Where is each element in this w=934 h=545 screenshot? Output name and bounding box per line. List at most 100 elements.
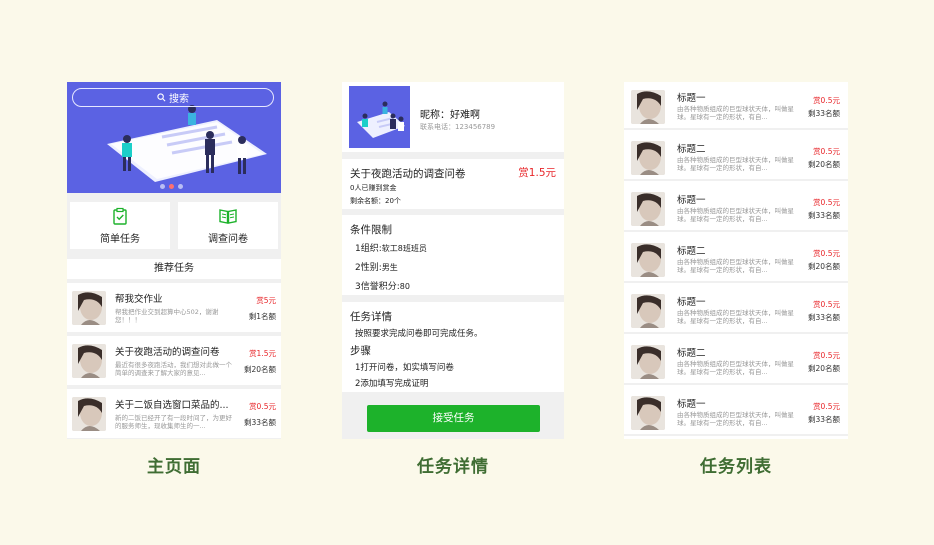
condition-value: 80 — [399, 282, 410, 291]
accept-task-button[interactable]: 接受任务 — [367, 405, 540, 432]
search-label: 搜索 — [169, 94, 189, 105]
carousel-dot-active[interactable] — [169, 184, 174, 189]
list-thumbnail — [631, 345, 665, 379]
list-screen: 标题一 由各种物质组成的巨型球状天体，叫做星球。星球有一定的形状，有自... 赏… — [624, 82, 848, 439]
list-item[interactable]: 标题一 由各种物质组成的巨型球状天体，叫做星球。星球有一定的形状，有自... 赏… — [624, 286, 848, 334]
clipboard-check-icon — [113, 207, 127, 225]
task-title: 关于二饭自选窗口菜品的... — [115, 400, 229, 411]
task-thumbnail — [72, 290, 106, 325]
remaining-slots: 剩余名额：20个 — [350, 197, 401, 205]
list-item-description: 由各种物质组成的巨型球状天体，叫做星球。星球有一定的形状，有自... — [677, 207, 794, 223]
details-title: 任务详情 — [350, 311, 392, 323]
list-item-remaining: 剩20名额 — [807, 262, 840, 271]
task-summary-card: 关于夜跑活动的调查问卷 赏1.5元 0人已赚到赏金 剩余名额：20个 — [342, 159, 564, 209]
list-item-description: 由各种物质组成的巨型球状天体，叫做星球。星球有一定的形状，有自... — [677, 105, 794, 121]
list-item-reward: 赏0.5元 — [813, 249, 840, 258]
task-title: 帮我交作业 — [115, 294, 163, 305]
task-item[interactable]: 关于二饭自选窗口菜品的... 新的二饭已经开了有一段时间了，为更好的服务师生，现… — [67, 389, 281, 438]
list-item-reward: 赏0.5元 — [813, 147, 840, 156]
list-item-description: 由各种物质组成的巨型球状天体，叫做星球。星球有一定的形状，有自... — [677, 309, 794, 325]
list-thumbnail — [631, 294, 665, 328]
condition-item: 3信誉积分:80 — [355, 279, 410, 292]
list-thumbnail — [631, 396, 665, 430]
category-survey[interactable]: 调查问卷 — [178, 202, 278, 249]
list-item[interactable]: 标题一 由各种物质组成的巨型球状天体，叫做星球。星球有一定的形状，有自... 赏… — [624, 184, 848, 232]
list-item-description: 由各种物质组成的巨型球状天体，叫做星球。星球有一定的形状，有自... — [677, 411, 794, 427]
list-item-reward: 赏0.5元 — [813, 402, 840, 411]
task-details-card: 任务详情 按照要求完成问卷即可完成任务。 步骤 1打开问卷，如实填写问卷 2添加… — [342, 302, 564, 392]
step-item: 1打开问卷，如实填写问卷 — [355, 363, 454, 373]
list-item-remaining: 剩33名额 — [807, 211, 840, 220]
category-row: 简单任务 调查问卷 — [70, 202, 278, 249]
list-thumbnail — [631, 192, 665, 226]
task-description: 最近有很多夜跑活动，我们想对此做一个简单的调查来了解大家的意见... — [115, 361, 232, 377]
conditions-title: 条件限制 — [350, 224, 392, 236]
task-thumbnail — [72, 343, 106, 378]
condition-value: 软工8班班员 — [381, 244, 427, 253]
task-thumbnail — [72, 396, 106, 431]
steps-title: 步骤 — [350, 345, 371, 357]
caption-detail: 任务详情 — [417, 457, 489, 477]
list-item[interactable]: 标题二 由各种物质组成的巨型球状天体，叫做星球。星球有一定的形状，有自... 赏… — [624, 133, 848, 181]
list-item-title: 标题二 — [677, 246, 706, 257]
carousel-dots — [160, 184, 183, 189]
list-thumbnail — [631, 141, 665, 175]
task-remaining: 剩20名额 — [243, 365, 276, 374]
carousel-dot[interactable] — [178, 184, 183, 189]
list-item-remaining: 剩20名额 — [807, 364, 840, 373]
condition-value: 男生 — [381, 263, 398, 272]
search-icon — [157, 93, 166, 102]
list-item-title: 标题二 — [677, 348, 706, 359]
list-item-remaining: 剩33名额 — [807, 313, 840, 322]
publisher-phone: 联系电话：123456789 — [420, 123, 496, 131]
list-item-title: 标题一 — [677, 399, 706, 410]
list-item[interactable]: 标题一 由各种物质组成的巨型球状天体，叫做星球。星球有一定的形状，有自... 赏… — [624, 82, 848, 130]
condition-label: 3信誉积分: — [355, 282, 400, 292]
list-item-reward: 赏0.5元 — [813, 96, 840, 105]
recommend-title: 推荐任务 — [67, 259, 281, 279]
list-item-remaining: 剩33名额 — [807, 415, 840, 424]
category-simple-task[interactable]: 简单任务 — [70, 202, 170, 249]
caption-list: 任务列表 — [700, 457, 772, 477]
carousel-dot[interactable] — [160, 184, 165, 189]
conditions-card: 条件限制 1组织:软工8班班员 2性别:男生 3信誉积分:80 — [342, 215, 564, 295]
list-thumbnail — [631, 90, 665, 124]
open-book-icon — [219, 208, 237, 224]
publisher-avatar — [349, 86, 410, 148]
list-item-remaining: 剩20名额 — [807, 160, 840, 169]
list-item-title: 标题一 — [677, 93, 706, 104]
recommend-task-list: 帮我交作业 帮我把作业交到超算中心502，谢谢您！！！ 赏5元 剩1名额 关于夜… — [67, 283, 281, 439]
list-item[interactable]: 标题二 由各种物质组成的巨型球状天体，叫做星球。星球有一定的形状，有自... 赏… — [624, 235, 848, 283]
task-item[interactable]: 帮我交作业 帮我把作业交到超算中心502，谢谢您！！！ 赏5元 剩1名额 — [67, 283, 281, 332]
details-text: 按照要求完成问卷即可完成任务。 — [355, 329, 483, 339]
category-label: 调查问卷 — [208, 233, 248, 245]
list-item[interactable]: 标题一 由各种物质组成的巨型球状天体，叫做星球。星球有一定的形状，有自... 赏… — [624, 388, 848, 436]
condition-label: 1组织: — [355, 244, 382, 254]
task-description: 新的二饭已经开了有一段时间了，为更好的服务师生，现收集师生的一... — [115, 414, 232, 430]
task-item[interactable]: 关于夜跑活动的调查问卷 最近有很多夜跑活动，我们想对此做一个简单的调查来了解大家… — [67, 336, 281, 385]
condition-label: 2性别: — [355, 263, 382, 273]
list-item-description: 由各种物质组成的巨型球状天体，叫做星球。星球有一定的形状，有自... — [677, 258, 794, 274]
detail-reward: 赏1.5元 — [518, 167, 556, 179]
task-title: 关于夜跑活动的调查问卷 — [115, 347, 220, 358]
list-item[interactable]: 标题二 由各种物质组成的巨型球状天体，叫做星球。星球有一定的形状，有自... 赏… — [624, 337, 848, 385]
condition-item: 1组织:软工8班班员 — [355, 241, 427, 254]
list-item-remaining: 剩33名额 — [807, 109, 840, 118]
publisher-nickname: 昵称：好难啊 — [420, 110, 480, 121]
caption-home: 主页面 — [147, 457, 201, 477]
list-thumbnail — [631, 243, 665, 277]
category-label: 简单任务 — [100, 233, 140, 245]
list-item-title: 标题一 — [677, 297, 706, 308]
list-item-title: 标题二 — [677, 144, 706, 155]
search-bar[interactable]: 搜索 — [72, 88, 274, 107]
list-item-reward: 赏0.5元 — [813, 300, 840, 309]
banner-carousel[interactable]: 搜索 — [67, 82, 281, 193]
task-remaining: 剩33名额 — [243, 418, 276, 427]
list-item-description: 由各种物质组成的巨型球状天体，叫做星球。星球有一定的形状，有自... — [677, 156, 794, 172]
detail-task-title: 关于夜跑活动的调查问卷 — [350, 168, 466, 180]
list-item-description: 由各种物质组成的巨型球状天体，叫做星球。星球有一定的形状，有自... — [677, 360, 794, 376]
list-item-title: 标题一 — [677, 195, 706, 206]
task-description: 帮我把作业交到超算中心502，谢谢您！！！ — [115, 308, 219, 324]
task-reward: 赏1.5元 — [249, 349, 276, 358]
earned-count: 0人已赚到赏金 — [350, 184, 397, 192]
